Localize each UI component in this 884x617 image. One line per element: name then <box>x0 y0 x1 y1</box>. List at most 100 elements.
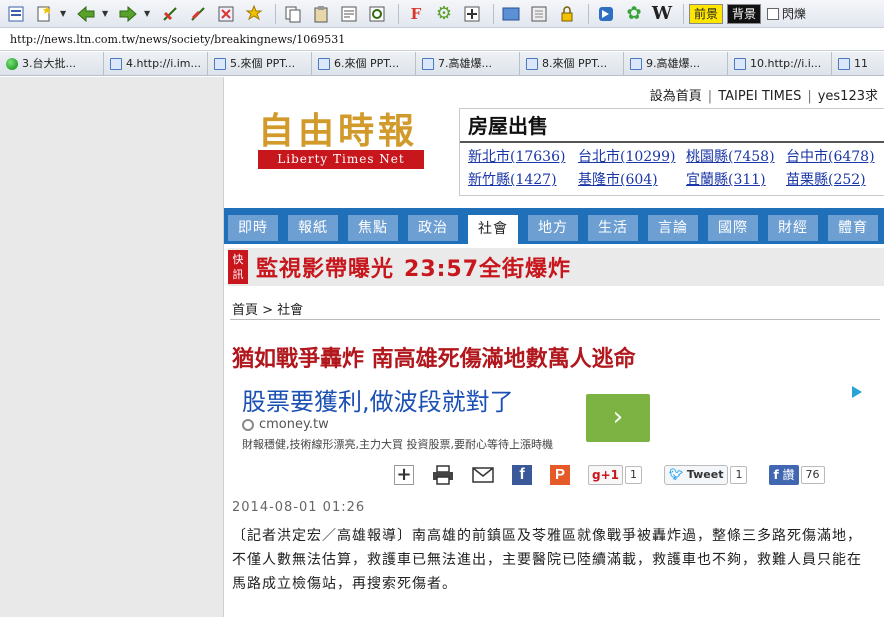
page-icon <box>214 58 226 70</box>
ad-arrow-button[interactable]: › <box>586 394 650 442</box>
nav-item[interactable]: 報紙 <box>288 215 338 241</box>
set-homepage-link[interactable]: 設為首頁 <box>644 89 708 104</box>
ad-site[interactable]: cmoney.tw <box>242 417 329 432</box>
browser-tab-label: 11 <box>854 57 868 70</box>
breaking-headline[interactable]: 監視影帶曝光 23:57全街爆炸 <box>256 251 571 283</box>
home-icon[interactable] <box>4 3 28 25</box>
browser-tab[interactable]: 8.來個 PPT... <box>520 52 624 75</box>
house-sale-title: 房屋出售 <box>460 109 884 143</box>
forward-icon[interactable] <box>116 3 140 25</box>
print-icon[interactable] <box>432 464 454 486</box>
browser-tab[interactable]: 9.高雄爆... <box>624 52 728 75</box>
nav-item[interactable]: 政治 <box>408 215 458 241</box>
close-tab-icon[interactable] <box>214 3 238 25</box>
toolbar-separator <box>683 3 684 24</box>
wikipedia-icon[interactable]: W <box>650 3 674 25</box>
paste-icon[interactable] <box>309 3 333 25</box>
tweet-label: Tweet <box>686 468 724 481</box>
page-icon <box>422 58 434 70</box>
browser-tab[interactable]: 3.台大批... <box>0 52 104 75</box>
browser-tab-label: 10.http://i.i... <box>750 57 822 70</box>
foreground-button[interactable]: 前景 <box>689 3 724 24</box>
browser-tab[interactable]: 5.來個 PPT... <box>208 52 312 75</box>
house-link-new-taipei[interactable]: 新北市(17636) <box>468 147 578 167</box>
checkbox-box[interactable] <box>767 7 780 20</box>
nav-item[interactable]: 地方 <box>528 215 578 241</box>
toolbar-separator <box>398 3 399 24</box>
nav-item[interactable]: 國際 <box>708 215 758 241</box>
stop-icon[interactable] <box>186 3 210 25</box>
page-icon <box>110 58 122 70</box>
site-logo[interactable]: 自由時報 Liberty Times Net <box>258 111 424 171</box>
plurk-icon[interactable]: P <box>550 465 570 485</box>
toolbar-separator <box>493 3 494 24</box>
address-bar[interactable]: http://news.ltn.com.tw/news/society/brea… <box>0 29 884 51</box>
ad-banner[interactable]: 股票要獲利,做波段就對了 cmoney.tw 財報穩健,技術線形漂亮,主力大買 … <box>232 382 872 452</box>
toolbar-separator <box>275 3 276 24</box>
nav-item[interactable]: 生活 <box>588 215 638 241</box>
house-link-keelung[interactable]: 基隆市(604) <box>578 170 686 190</box>
mail-icon[interactable] <box>594 3 618 25</box>
nav-item[interactable]: 言論 <box>648 215 698 241</box>
font-icon[interactable]: F <box>404 3 428 25</box>
move-icon[interactable] <box>460 3 484 25</box>
refresh-icon[interactable] <box>158 3 182 25</box>
tweet-button[interactable]: 🐦︎ Tweet <box>664 465 729 485</box>
nav-item[interactable]: 財經 <box>768 215 818 241</box>
browser-tab[interactable]: 6.來個 PPT... <box>312 52 416 75</box>
facebook-like-icon: f <box>773 468 779 482</box>
back-icon[interactable] <box>74 3 98 25</box>
mail-share-icon[interactable] <box>472 464 494 486</box>
facebook-icon[interactable]: f <box>512 465 532 485</box>
gear-icon[interactable]: ⚙ <box>432 3 456 25</box>
lock-icon[interactable] <box>555 3 579 25</box>
browser-tab[interactable]: 7.高雄爆... <box>416 52 520 75</box>
nav-item[interactable]: 即時 <box>228 215 278 241</box>
breadcrumb[interactable]: 首頁 > 社會 <box>232 299 303 318</box>
browser-tab[interactable]: 11 <box>832 52 884 75</box>
flower-icon[interactable]: ✿ <box>622 3 646 25</box>
tabs-bar: 3.台大批... 4.http://i.im... 5.來個 PPT... 6.來個 … <box>0 52 884 76</box>
house-link-miaoli[interactable]: 苗栗縣(252) <box>786 170 884 190</box>
new-page-dropdown-icon[interactable]: ▼ <box>60 9 68 18</box>
find-icon[interactable] <box>365 3 389 25</box>
plus-icon[interactable]: + <box>394 465 414 485</box>
window-icon[interactable] <box>499 3 523 25</box>
taipei-times-link[interactable]: TAIPEI TIMES <box>712 89 807 104</box>
facebook-like-button[interactable]: f 讚 <box>769 465 799 485</box>
background-button[interactable]: 背景 <box>727 3 762 24</box>
back-dropdown-icon[interactable]: ▼ <box>102 9 110 18</box>
new-page-icon[interactable] <box>32 3 56 25</box>
forward-dropdown-icon[interactable]: ▼ <box>144 9 152 18</box>
house-sale-box: 房屋出售 新北市(17636) 台北市(10299) 桃園縣(7458) 台中市… <box>459 108 884 196</box>
article-body: 〔記者洪定宏／高雄報導〕南高雄的前鎮區及苓雅區就像戰爭被轟炸過，整條三多路死傷滿… <box>232 528 862 592</box>
ad-title[interactable]: 股票要獲利,做波段就對了 <box>242 382 514 417</box>
article-date: 2014-08-01 01:26 <box>232 500 366 515</box>
yes123-link[interactable]: yes123求 <box>812 89 884 104</box>
house-link-taoyuan[interactable]: 桃園縣(7458) <box>686 147 786 167</box>
page-icon <box>838 58 850 70</box>
adchoices-icon[interactable] <box>852 386 862 398</box>
house-link-yilan[interactable]: 宜蘭縣(311) <box>686 170 786 190</box>
logo-english-text: Liberty Times Net <box>258 150 424 169</box>
flash-checkbox[interactable]: 閃爍 <box>767 5 806 22</box>
google-plus-button[interactable]: g+1 <box>588 465 623 485</box>
favorite-pin-icon[interactable] <box>242 3 266 25</box>
browser-tab[interactable]: 4.http://i.im... <box>104 52 208 75</box>
nav-item[interactable]: 社會 <box>468 215 518 244</box>
breaking-news-bar[interactable]: 快訊 監視影帶曝光 23:57全街爆炸 <box>228 248 884 286</box>
house-link-taipei[interactable]: 台北市(10299) <box>578 147 686 167</box>
like-label: 讚 <box>782 468 795 482</box>
nav-item[interactable]: 焦點 <box>348 215 398 241</box>
copy-icon[interactable] <box>281 3 305 25</box>
download-icon[interactable] <box>527 3 551 25</box>
breaking-text-after: 全街爆炸 <box>479 256 572 282</box>
tweet-count: 1 <box>730 466 748 484</box>
nav-item[interactable]: 體育 <box>828 215 878 241</box>
browser-tab[interactable]: 10.http://i.i... <box>728 52 832 75</box>
house-link-hsinchu[interactable]: 新竹縣(1427) <box>468 170 578 190</box>
browser-tab-label: 5.來個 PPT... <box>230 57 296 70</box>
page-icon <box>734 58 746 70</box>
edit-icon[interactable] <box>337 3 361 25</box>
house-link-taichung[interactable]: 台中市(6478) <box>786 147 884 167</box>
